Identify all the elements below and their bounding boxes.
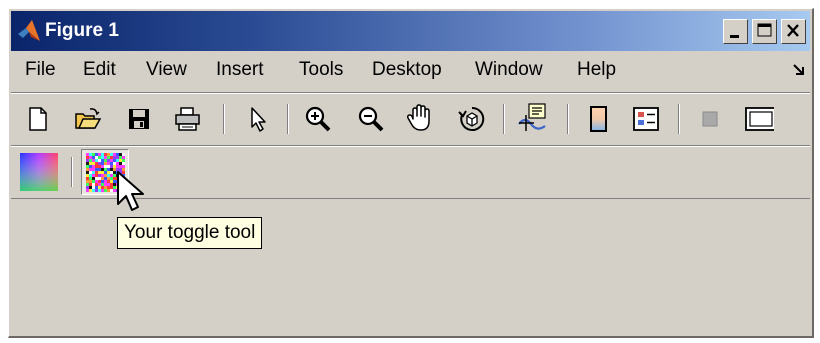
edit-plot-icon: [251, 107, 266, 132]
print-figure-button[interactable]: [173, 104, 203, 134]
maximize-icon: [757, 23, 772, 37]
minimize-button[interactable]: [723, 19, 748, 44]
matlab-logo-icon: [18, 20, 40, 41]
rotate-3d-icon: [458, 106, 485, 131]
insert-colorbar-icon: [590, 106, 607, 132]
close-button[interactable]: [781, 19, 806, 44]
show-plot-tools-icon: [745, 107, 774, 131]
menu-desktop[interactable]: Desktop: [372, 59, 442, 81]
pan-button[interactable]: [405, 103, 435, 133]
zoom-in-icon: [305, 106, 331, 132]
pan-icon: [407, 104, 430, 131]
colormap-tool-button[interactable]: [19, 152, 59, 192]
title-bar[interactable]: Figure 1: [11, 11, 810, 51]
rotate-3d-button[interactable]: [457, 104, 487, 134]
menu-edit[interactable]: Edit: [83, 59, 116, 81]
minimize-icon: [730, 35, 739, 38]
toolbar-separator: [567, 104, 569, 134]
insert-colorbar-button[interactable]: [584, 104, 614, 134]
menu-view[interactable]: View: [146, 59, 187, 81]
figure-toolbar: [11, 96, 810, 142]
zoom-in-button[interactable]: [303, 104, 333, 134]
menu-bar: File Edit View Insert Tools Desktop Wind…: [11, 53, 810, 87]
mouse-pointer-icon: [117, 171, 144, 211]
insert-legend-button[interactable]: [631, 104, 661, 134]
menu-separator: [11, 92, 810, 94]
toolbar-separator-horizontal: [11, 145, 810, 147]
toolbar-separator: [71, 157, 73, 187]
save-figure-icon: [129, 109, 149, 129]
toolbar-separator: [287, 104, 289, 134]
open-file-button[interactable]: [73, 104, 103, 134]
toolbar-separator: [678, 104, 680, 134]
toolbar-separator: [223, 104, 225, 134]
menu-help[interactable]: Help: [577, 59, 616, 81]
edit-plot-button[interactable]: [243, 104, 273, 134]
new-figure-icon: [29, 107, 47, 131]
zoom-out-button[interactable]: [356, 104, 386, 134]
show-plot-tools-button[interactable]: [744, 104, 774, 134]
hide-plot-tools-icon: [702, 111, 718, 127]
maximize-button[interactable]: [752, 19, 777, 44]
menu-tools[interactable]: Tools: [299, 59, 343, 81]
menu-file[interactable]: File: [25, 59, 56, 81]
print-figure-icon: [175, 107, 200, 131]
toggle-tool-tooltip: Your toggle tool: [117, 217, 263, 249]
data-cursor-icon: [518, 103, 546, 131]
zoom-out-icon: [358, 106, 384, 132]
colormap-tool-icon: [20, 153, 58, 191]
data-cursor-button[interactable]: [517, 103, 547, 133]
insert-legend-icon: [633, 107, 659, 131]
toolbar-separator: [503, 104, 505, 134]
hide-plot-tools-button[interactable]: [695, 104, 725, 134]
menu-insert[interactable]: Insert: [216, 59, 264, 81]
close-icon: [787, 24, 799, 37]
dock-arrow-icon[interactable]: [792, 63, 806, 77]
menu-window[interactable]: Window: [475, 59, 543, 81]
open-file-icon: [75, 108, 102, 129]
window-title: Figure 1: [45, 20, 119, 41]
new-figure-button[interactable]: [23, 104, 53, 134]
save-figure-button[interactable]: [124, 104, 154, 134]
